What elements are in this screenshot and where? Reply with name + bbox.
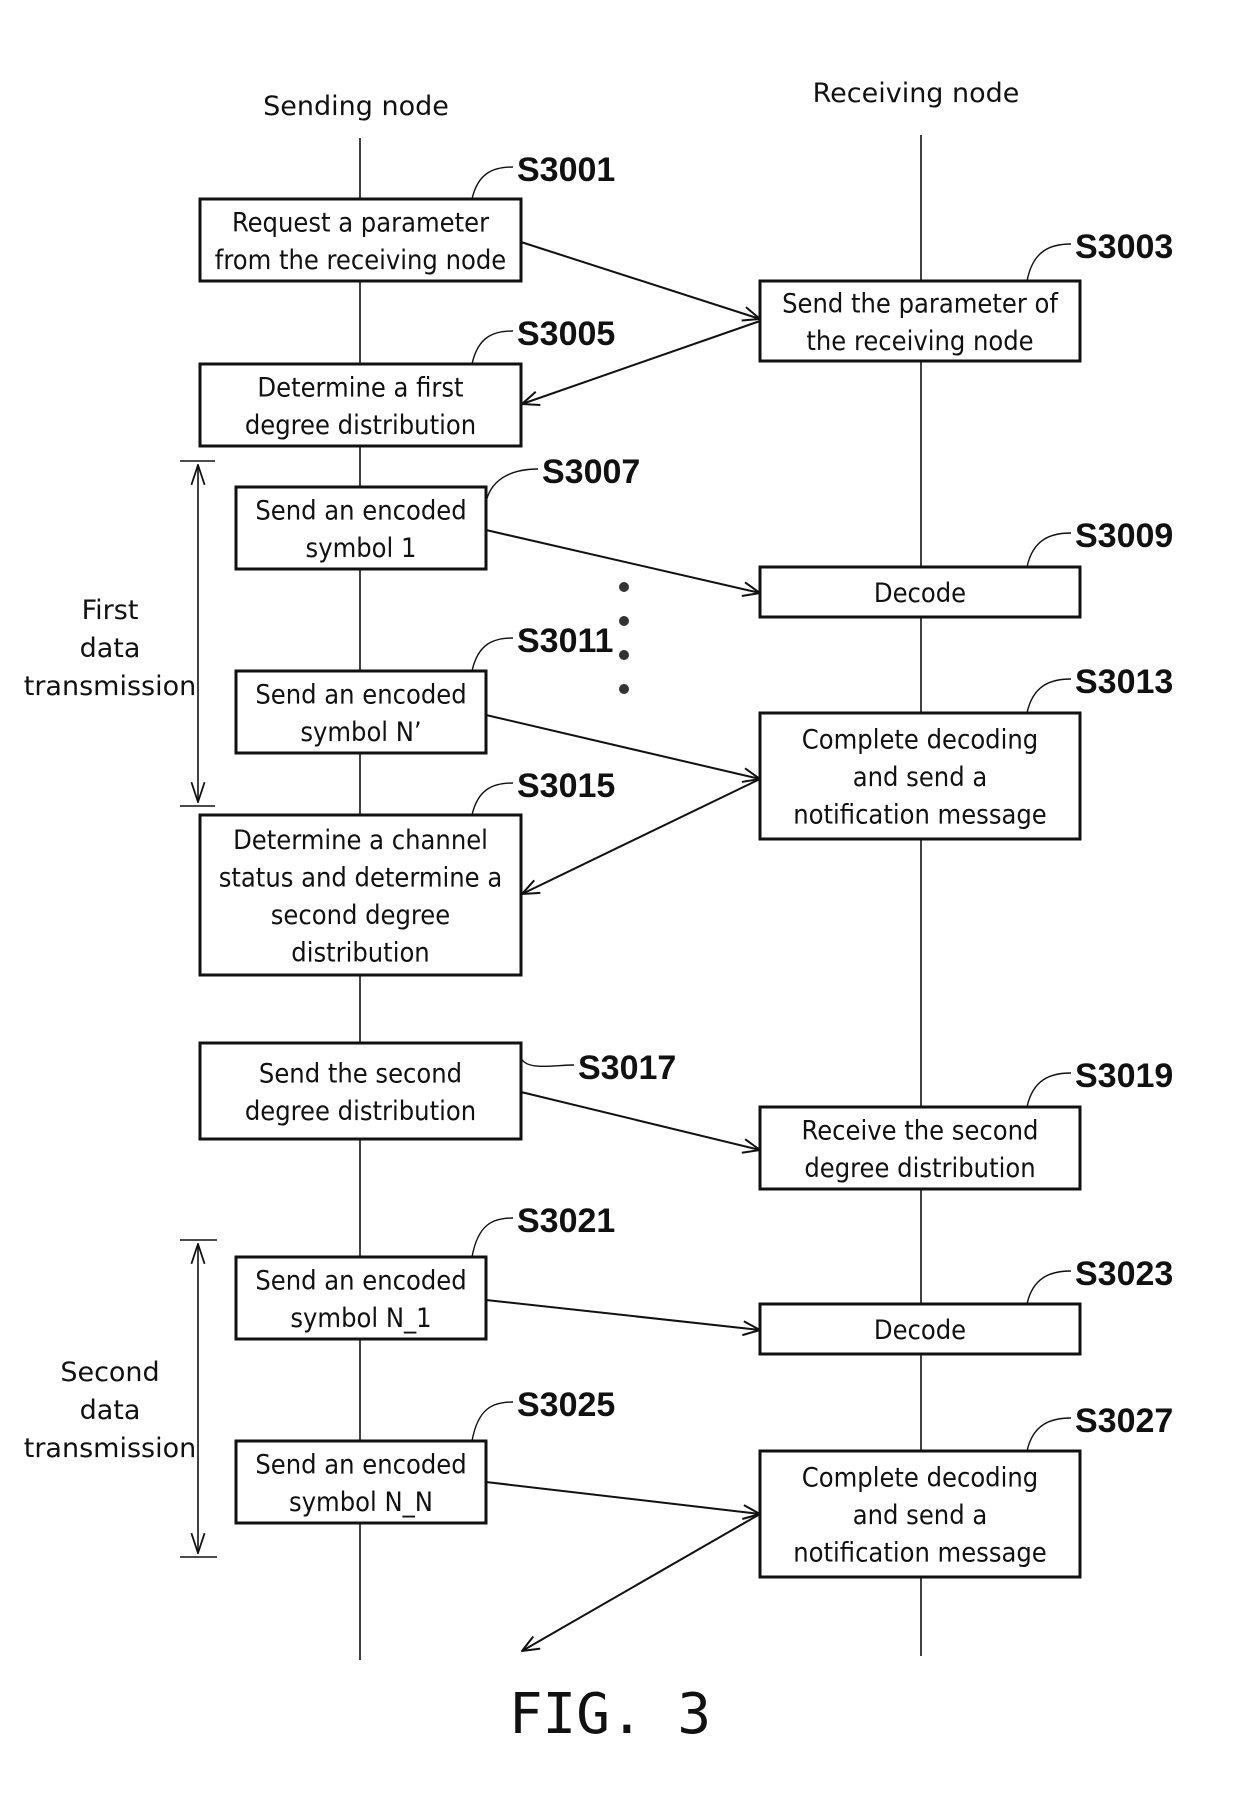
step-text-line: Determine a first — [257, 372, 463, 403]
step-id-label: S3015 — [517, 767, 615, 805]
step-text-line: Complete decoding — [802, 725, 1038, 756]
sequence-diagram: Sending node Receiving node Request a pa… — [24, 78, 1174, 1747]
step-id-label: S3017 — [578, 1049, 676, 1087]
step-leader-line — [1026, 678, 1072, 714]
step-text-line: degree distribution — [245, 410, 476, 441]
step-text-line: Send an encoded — [255, 495, 466, 526]
step-s3005: Determine a first degree distribution S300… — [198, 315, 615, 448]
step-text-line: Send an encoded — [255, 1265, 466, 1296]
step-s3021: Send an encoded symbol N_1 S3021 — [234, 1202, 615, 1341]
step-s3023: Decode S3023 — [758, 1255, 1173, 1356]
step-id-label: S3027 — [1075, 1402, 1173, 1440]
message-arrow-s3027-to-sending — [522, 1513, 761, 1651]
phase-label-first-line2: data — [80, 633, 141, 664]
step-leader-line — [471, 637, 514, 672]
phase-label-first-line1: First — [82, 595, 139, 626]
ellipsis-dot — [619, 684, 629, 694]
step-id-label: S3011 — [517, 622, 613, 660]
step-id-label: S3007 — [542, 453, 640, 491]
step-s3015: Determine a channel status and determine … — [198, 767, 615, 977]
step-text-line: symbol N’ — [300, 717, 421, 748]
step-s3017: Send the second degree distribution S3017 — [198, 1041, 676, 1141]
step-text-line: Request a parameter — [232, 207, 489, 238]
step-id-label: S3001 — [517, 151, 615, 189]
step-text-line: symbol 1 — [306, 533, 417, 564]
message-arrow-s3021-to-s3023 — [485, 1299, 760, 1330]
phase-label-second-line2: data — [80, 1395, 141, 1426]
step-text-line: degree distribution — [245, 1096, 476, 1127]
step-leader-line — [471, 782, 514, 816]
step-leader-line — [1026, 1270, 1072, 1305]
step-id-label: S3003 — [1075, 228, 1173, 266]
step-id-label: S3005 — [517, 315, 615, 353]
step-s3011: Send an encoded symbol N’ S3011 — [234, 622, 613, 755]
step-id-label: S3021 — [517, 1202, 615, 1240]
step-leader-line — [485, 468, 539, 503]
step-text-line: Send an encoded — [255, 679, 466, 710]
phase-label-first-line3: transmission — [24, 671, 196, 702]
phase-label-second-line3: transmission — [24, 1433, 196, 1464]
step-s3013: Complete decoding and send a notification … — [758, 663, 1173, 841]
step-text-line: Decode — [874, 1315, 966, 1346]
step-text-line: notification message — [793, 1538, 1047, 1569]
step-leader-line — [1026, 532, 1072, 568]
step-leader-line — [471, 1401, 514, 1442]
step-s3025: Send an encoded symbol N_N S3025 — [234, 1386, 615, 1525]
step-leader-line — [1026, 1417, 1072, 1452]
step-text-line: Send an encoded — [255, 1449, 466, 1480]
step-id-label: S3009 — [1075, 517, 1173, 555]
step-s3019: Receive the second degree distribution S30… — [758, 1057, 1173, 1191]
step-leader-line — [471, 330, 514, 365]
second-transmission-bracket: Second data transmission — [24, 1239, 217, 1558]
step-s3009: Decode S3009 — [758, 517, 1173, 619]
step-text-line: the receiving node — [806, 326, 1033, 357]
step-text-line: symbol N_1 — [290, 1303, 431, 1334]
step-text-line: notification message — [793, 800, 1047, 831]
first-transmission-bracket: First data transmission — [24, 460, 215, 807]
step-text-line: and send a — [853, 762, 987, 793]
step-text-line: Send the parameter of — [782, 288, 1059, 319]
step-id-label: S3025 — [517, 1386, 615, 1424]
ellipsis-dot — [619, 650, 629, 660]
step-text-line: Determine a channel — [233, 825, 488, 856]
step-text-line: distribution — [291, 937, 429, 968]
ellipsis-dot — [619, 582, 629, 592]
step-text-line: and send a — [853, 1500, 987, 1531]
step-text-line: Complete decoding — [802, 1463, 1038, 1494]
step-text-line: Send the second — [259, 1058, 462, 1089]
step-s3003: Send the parameter of the receiving node S… — [758, 228, 1173, 363]
sending-node-label: Sending node — [263, 91, 449, 122]
step-id-label: S3023 — [1075, 1255, 1173, 1293]
continuation-dots — [619, 582, 629, 694]
step-id-label: S3019 — [1075, 1057, 1173, 1095]
step-leader-line — [1026, 1072, 1072, 1108]
step-leader-line — [1026, 243, 1072, 282]
figure-caption: FIG. 3 — [509, 1682, 711, 1747]
step-text-line: second degree — [271, 900, 450, 931]
step-text-line: status and determine a — [219, 862, 502, 893]
phase-label-second-line1: Second — [60, 1357, 159, 1388]
step-text-line: symbol N_N — [289, 1487, 433, 1518]
step-leader-line — [520, 1057, 575, 1068]
step-s3001: Request a parameter from the receiving no… — [198, 151, 615, 283]
step-s3027: Complete decoding and send a notification … — [758, 1402, 1173, 1579]
step-leader-line — [471, 1217, 514, 1258]
step-text-line: from the receiving node — [215, 245, 506, 276]
step-leader-line — [471, 166, 514, 200]
receiving-node-label: Receiving node — [813, 78, 1020, 109]
message-arrow-s3025-to-s3027 — [485, 1481, 760, 1514]
step-id-label: S3013 — [1075, 663, 1173, 701]
message-arrow-s3001-to-s3003 — [520, 241, 760, 319]
step-text-line: Decode — [874, 578, 966, 609]
step-text-line: degree distribution — [804, 1153, 1035, 1184]
step-text-line: Receive the second — [802, 1115, 1039, 1146]
ellipsis-dot — [619, 616, 629, 626]
message-arrow-s3017-to-s3019 — [520, 1091, 760, 1150]
